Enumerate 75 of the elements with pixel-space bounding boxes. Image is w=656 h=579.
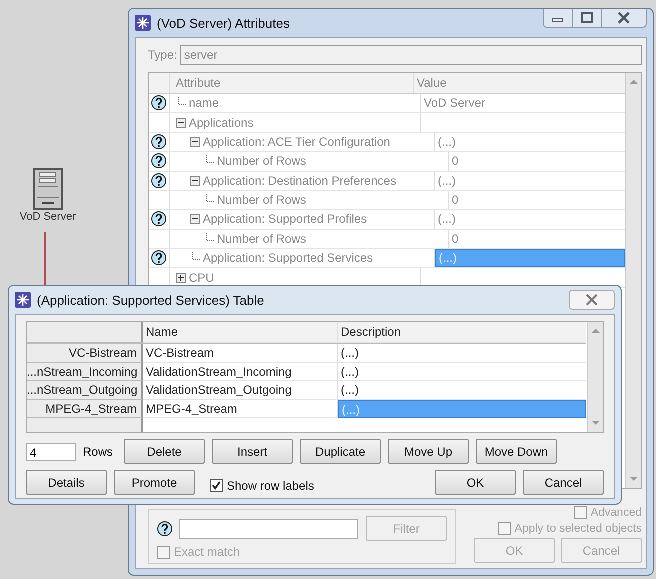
server-icon[interactable] (33, 168, 63, 210)
checkbox-label: Advanced (590, 506, 642, 518)
promote-button[interactable]: Promote (114, 470, 195, 495)
attribute-value[interactable]: 0 (449, 190, 625, 210)
attribute-value[interactable]: 0 (449, 152, 625, 171)
dialog-title: (Application: Supported Services) Table (37, 292, 264, 308)
attribute-value[interactable]: 0 (449, 230, 625, 248)
attribute-name[interactable]: Number of Rows (217, 193, 306, 208)
table-cell[interactable]: MPEG-4_Stream (143, 400, 338, 418)
attribute-name[interactable]: Application: ACE Tier Configuration (203, 134, 390, 149)
attribute-name[interactable]: Application: Supported Services (203, 251, 374, 266)
attribute-value[interactable]: (...) (435, 249, 625, 268)
checkbox[interactable] (210, 479, 223, 492)
attribute-name[interactable]: CPU (189, 270, 214, 285)
window-title: (VoD Server) Attributes (157, 16, 290, 30)
type-label: Type: (148, 48, 178, 62)
rows-label: Rows (83, 444, 114, 458)
collapse-icon[interactable] (190, 136, 200, 147)
help-icon[interactable] (157, 520, 173, 538)
column-header[interactable]: Description (338, 322, 586, 343)
checkbox[interactable] (498, 522, 511, 535)
attribute-name[interactable]: name (189, 96, 220, 110)
help-icon[interactable] (151, 250, 167, 266)
checkmark-icon (211, 480, 222, 491)
rows-field[interactable]: 4 (26, 442, 76, 460)
row-label[interactable]: MPEG-4_Stream (27, 400, 143, 418)
star-icon (15, 292, 31, 308)
attribute-name[interactable]: Application: Destination Preferences (203, 174, 396, 188)
attribute-name[interactable]: Application: Supported Profiles (203, 212, 368, 226)
column-header[interactable]: Attribute (170, 72, 414, 93)
checkbox[interactable] (574, 506, 587, 519)
checkbox-label: Apply to selected objects (514, 522, 642, 534)
table-cell[interactable]: VC-Bistream (143, 344, 338, 362)
row-action-button[interactable]: Duplicate (300, 439, 382, 464)
expand-icon[interactable] (176, 272, 186, 283)
cancel-button[interactable]: Cancel (523, 470, 604, 495)
attribute-value[interactable]: (...) (435, 132, 625, 152)
table-cell[interactable]: ValidationStream_Incoming (143, 362, 338, 381)
table-cell[interactable]: (...) (338, 362, 586, 381)
attribute-value[interactable]: (...) (435, 210, 625, 229)
help-icon[interactable] (151, 95, 167, 112)
table-cell[interactable]: (...) (338, 400, 586, 418)
help-icon[interactable] (151, 211, 167, 228)
checkbox[interactable] (157, 546, 170, 558)
column-header[interactable]: Value (414, 72, 625, 93)
checkbox-label: Show row labels (227, 478, 314, 492)
attribute-name[interactable]: Number of Rows (217, 232, 306, 246)
attribute-name[interactable]: Number of Rows (217, 154, 306, 168)
help-icon[interactable] (151, 172, 167, 189)
table-cell[interactable]: ValidationStream_Outgoing (143, 381, 338, 400)
row-action-button[interactable]: Move Up (388, 439, 470, 464)
filter-field[interactable] (178, 518, 358, 538)
collapse-icon[interactable] (176, 118, 186, 128)
column-header[interactable]: Name (143, 322, 338, 343)
attribute-name[interactable]: Applications (189, 116, 254, 130)
row-label[interactable]: ...nStream_Outgoing (27, 381, 143, 400)
details-button[interactable]: Details (26, 470, 107, 495)
collapse-icon[interactable] (190, 176, 200, 186)
table-cell[interactable]: (...) (338, 344, 586, 362)
checkbox-label: Exact match (174, 545, 240, 559)
star-icon (135, 15, 151, 31)
row-action-button[interactable]: Insert (212, 439, 294, 464)
row-action-button[interactable]: Delete (124, 439, 206, 464)
help-icon[interactable] (151, 134, 167, 150)
help-icon[interactable] (151, 153, 167, 170)
close-icon[interactable] (569, 290, 615, 310)
row-label[interactable]: ...nStream_Incoming (27, 362, 143, 381)
ok-button[interactable]: OK (435, 470, 516, 495)
node-label: VoD Server (20, 211, 76, 223)
row-action-button[interactable]: Move Down (476, 439, 558, 464)
attribute-value[interactable]: (...) (435, 172, 625, 190)
attribute-value[interactable]: VoD Server (421, 94, 625, 112)
type-field[interactable]: server (180, 44, 642, 65)
row-label[interactable]: VC-Bistream (27, 344, 143, 362)
collapse-icon[interactable] (190, 214, 200, 224)
